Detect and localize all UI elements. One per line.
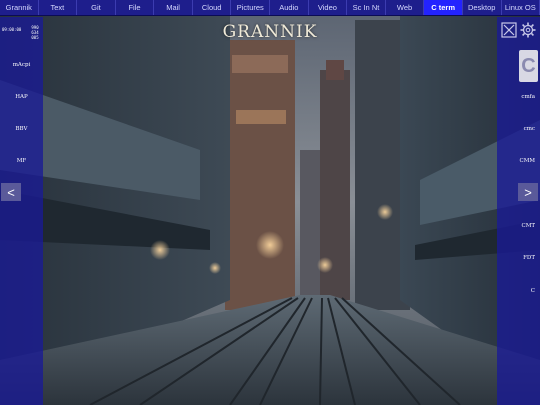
sidebar-item-cmm[interactable]: CMM	[497, 158, 540, 164]
clock: 09:00:00	[2, 27, 22, 32]
wallpaper-city-street	[0, 0, 540, 405]
sidebar-item-mf[interactable]: MF	[0, 158, 43, 164]
tab-file[interactable]: File	[116, 0, 155, 15]
sidebar-item-macpi[interactable]: mAcpi	[0, 62, 43, 68]
tab-sc-in-nt[interactable]: Sc In Nt	[347, 0, 386, 15]
left-sidebar: 09:00:00 990 634 005 mAcpi HAP BBV MF <	[0, 17, 43, 405]
tab-cloud[interactable]: Cloud	[193, 0, 232, 15]
sidebar-item-cmt[interactable]: CMT	[497, 223, 540, 229]
stat-value: 005	[31, 35, 39, 40]
tab-pictures[interactable]: Pictures	[231, 0, 271, 15]
next-button[interactable]: >	[518, 183, 538, 201]
gear-icon[interactable]	[520, 22, 536, 38]
tab-desktop[interactable]: Desktop	[463, 0, 502, 15]
sidebar-item-c[interactable]: C	[497, 288, 540, 294]
tab-grannik[interactable]: Grannik	[0, 0, 39, 15]
previous-button[interactable]: <	[1, 183, 21, 201]
sidebar-item-cmfa[interactable]: cmfa	[497, 94, 540, 100]
close-window-icon[interactable]	[501, 22, 517, 38]
tab-text[interactable]: Text	[39, 0, 78, 15]
tab-linux-os[interactable]: Linux OS	[502, 0, 540, 15]
tab-mail[interactable]: Mail	[154, 0, 193, 15]
sidebar-item-cmc[interactable]: cmc	[497, 126, 540, 132]
sidebar-item-fdt[interactable]: FDT	[497, 255, 540, 261]
tab-c-term[interactable]: C term	[424, 0, 463, 15]
tab-git[interactable]: Git	[77, 0, 116, 15]
right-sidebar: C cmfa cmc CMM > CMT FDT C	[497, 17, 540, 405]
app-title: GRANNIK	[222, 22, 318, 42]
top-menu-bar: Grannik Text Git File Mail Cloud Picture…	[0, 0, 540, 16]
c-term-app-button[interactable]: C	[519, 50, 538, 82]
sidebar-item-bbv[interactable]: BBV	[0, 126, 43, 132]
tab-video[interactable]: Video	[309, 0, 348, 15]
sidebar-item-hap[interactable]: HAP	[0, 94, 43, 100]
tab-audio[interactable]: Audio	[270, 0, 309, 15]
system-stats: 990 634 005	[29, 25, 41, 40]
tab-web[interactable]: Web	[386, 0, 425, 15]
